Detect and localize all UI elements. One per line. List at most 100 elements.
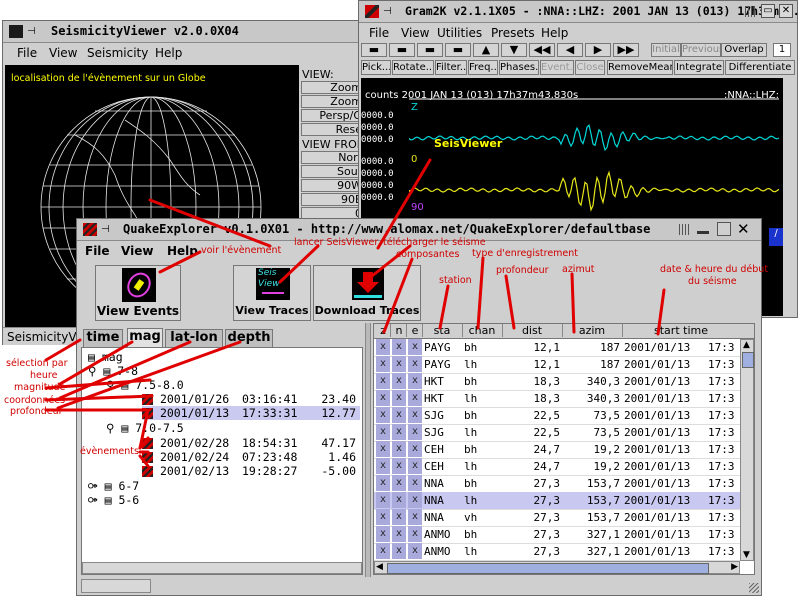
menu-help[interactable]: Help bbox=[155, 46, 182, 60]
event-button[interactable]: Event... bbox=[540, 60, 574, 75]
rotate-button[interactable]: Rotate... bbox=[392, 60, 434, 75]
expand-button[interactable]: ▬ bbox=[417, 43, 443, 57]
component-n-checkbox[interactable]: x bbox=[392, 339, 406, 355]
pin-icon[interactable]: ⊣ bbox=[383, 6, 392, 17]
view-events-button[interactable]: View Events bbox=[95, 265, 181, 321]
menu-view[interactable]: View bbox=[121, 244, 153, 258]
table-row[interactable]: x x x PAYG lh 12,1 187 2001/01/13 17:3 bbox=[374, 356, 740, 374]
component-n-checkbox[interactable]: x bbox=[392, 509, 406, 525]
tree-node-6-7[interactable]: ⚩ ▤ 6-7 bbox=[88, 479, 139, 494]
component-n-checkbox[interactable]: x bbox=[392, 458, 406, 474]
event-row-selected[interactable]: 2001/01/13 17:33:31 12.77 bbox=[142, 406, 360, 420]
initial-button[interactable]: Initial bbox=[651, 43, 681, 57]
event-row[interactable]: 2001/02/24 07:23:48 1.46 bbox=[142, 450, 360, 464]
close-button[interactable]: ✕ bbox=[737, 220, 750, 238]
menu-help[interactable]: Help bbox=[167, 244, 198, 258]
component-e-checkbox[interactable]: x bbox=[408, 339, 422, 355]
table-row[interactable]: x x x NNA bh 27,3 153,7 2001/01/13 17:3 bbox=[374, 475, 740, 493]
tab-mag[interactable]: mag bbox=[127, 328, 163, 348]
scroll-hthumb[interactable] bbox=[387, 563, 709, 574]
table-hscrollbar[interactable]: ◀ ▶ bbox=[374, 561, 740, 574]
pin-icon[interactable]: ⊣ bbox=[101, 224, 110, 235]
table-row[interactable]: x x x ANMO lh 27,3 327,1 2001/01/13 17:3 bbox=[374, 543, 740, 561]
perspective-button[interactable]: Persp/O bbox=[301, 109, 365, 122]
freq-button[interactable]: Freq... bbox=[468, 60, 498, 75]
component-e-checkbox[interactable]: x bbox=[408, 390, 422, 406]
component-e-checkbox[interactable]: x bbox=[408, 407, 422, 423]
pane-splitter[interactable] bbox=[365, 323, 371, 577]
col-header-sta[interactable]: sta bbox=[422, 324, 463, 337]
component-e-checkbox[interactable]: x bbox=[408, 424, 422, 440]
zoom-in-button[interactable]: Zoom bbox=[301, 81, 365, 94]
expand-handle-icon[interactable]: ⚲ bbox=[88, 364, 96, 378]
event-row[interactable]: 2001/02/28 18:54:31 47.17 bbox=[142, 436, 360, 450]
close-trace-button[interactable]: Close bbox=[575, 60, 605, 75]
maximize-button[interactable] bbox=[717, 222, 731, 236]
view-90w-button[interactable]: 90W bbox=[301, 179, 365, 192]
minimize-button[interactable] bbox=[697, 231, 709, 234]
drag-grip-icon[interactable] bbox=[679, 224, 689, 235]
table-row[interactable]: x x x CEH bh 24,7 19,2 2001/01/13 17:3 bbox=[374, 441, 740, 459]
component-n-checkbox[interactable]: x bbox=[392, 475, 406, 491]
col-header-azim[interactable]: azim bbox=[562, 324, 623, 337]
table-row[interactable]: x x x NNA vh 27,3 153,7 2001/01/13 17:3 bbox=[374, 509, 740, 527]
menu-file[interactable]: File bbox=[85, 244, 110, 258]
event-row[interactable]: 2001/01/26 03:16:41 23.40 bbox=[142, 392, 360, 406]
component-e-checkbox[interactable]: x bbox=[408, 526, 422, 542]
next-button[interactable]: ▶ bbox=[585, 43, 611, 57]
scroll-down-icon[interactable]: ▼ bbox=[743, 550, 750, 560]
component-z-checkbox[interactable]: x bbox=[376, 441, 390, 457]
expand-handle-icon[interactable]: ⚲ bbox=[106, 421, 114, 435]
component-n-checkbox[interactable]: x bbox=[392, 373, 406, 389]
drag-grip-icon[interactable] bbox=[745, 6, 755, 17]
component-e-checkbox[interactable]: x bbox=[408, 356, 422, 372]
component-e-checkbox[interactable]: x bbox=[408, 475, 422, 491]
table-row[interactable]: x x x SJG lh 22,5 73,5 2001/01/13 17:3 bbox=[374, 424, 740, 442]
component-e-checkbox[interactable]: x bbox=[408, 492, 422, 508]
gram2k-titlebar[interactable]: ⊣ Gram2K v2.1.1X05 - :NNA::LHZ: 2001 JAN… bbox=[359, 1, 800, 23]
component-e-checkbox[interactable]: x bbox=[408, 458, 422, 474]
component-e-checkbox[interactable]: x bbox=[408, 509, 422, 525]
component-z-checkbox[interactable]: x bbox=[376, 407, 390, 423]
resize-grip-icon[interactable] bbox=[749, 583, 759, 593]
collapsed-handle-icon[interactable]: ⚩ bbox=[88, 493, 98, 507]
component-e-checkbox[interactable]: x bbox=[408, 373, 422, 389]
view-south-button[interactable]: Sout bbox=[301, 165, 365, 178]
col-header-z[interactable]: z bbox=[376, 324, 391, 337]
differentiate-button[interactable]: Differentiate bbox=[725, 60, 795, 75]
event-row[interactable]: 2001/02/13 19:28:27 -5.00 bbox=[142, 464, 360, 478]
component-z-checkbox[interactable]: x bbox=[376, 356, 390, 372]
integrate-button[interactable]: Integrate bbox=[674, 60, 724, 75]
pick-button[interactable]: Pick... bbox=[361, 60, 391, 75]
pin-icon[interactable]: ⊣ bbox=[27, 26, 36, 37]
tab-time[interactable]: time bbox=[83, 329, 123, 347]
component-n-checkbox[interactable]: x bbox=[392, 424, 406, 440]
component-z-checkbox[interactable]: x bbox=[376, 526, 390, 542]
download-traces-button[interactable]: Download Traces bbox=[313, 265, 421, 321]
remove-mean-button[interactable]: RemoveMean bbox=[607, 60, 673, 75]
tree-node-7-8[interactable]: ⚲ ▤ 7-8 bbox=[88, 364, 138, 379]
tab-lat-lon[interactable]: lat-lon bbox=[165, 329, 223, 347]
table-row[interactable]: x x x HKT bh 18,3 340,3 2001/01/13 17:3 bbox=[374, 373, 740, 391]
view-north-button[interactable]: Nort bbox=[301, 151, 365, 164]
rewind-button[interactable]: ◀◀ bbox=[529, 43, 555, 57]
component-z-checkbox[interactable]: x bbox=[376, 492, 390, 508]
filter-button[interactable]: Filter... bbox=[435, 60, 467, 75]
menu-seismicity[interactable]: Seismicity bbox=[87, 46, 148, 60]
menu-view[interactable]: View bbox=[401, 26, 429, 40]
tree-node-5-6[interactable]: ⚩ ▤ 5-6 bbox=[88, 493, 139, 508]
scroll-thumb[interactable] bbox=[742, 352, 754, 368]
component-e-checkbox[interactable]: x bbox=[408, 441, 422, 457]
scroll-left-icon[interactable]: ◀ bbox=[376, 562, 383, 572]
scroll-left-small-button[interactable]: ▬ bbox=[389, 43, 415, 57]
tree-node-root[interactable]: ▤ mag bbox=[88, 350, 123, 365]
component-z-checkbox[interactable]: x bbox=[376, 458, 390, 474]
view-90e-button[interactable]: 90E bbox=[301, 193, 365, 206]
prev-button[interactable]: ◀ bbox=[557, 43, 583, 57]
tab-depth[interactable]: depth bbox=[225, 329, 273, 347]
component-n-checkbox[interactable]: x bbox=[392, 390, 406, 406]
view-traces-button[interactable]: Seis View View Traces bbox=[233, 265, 311, 321]
table-row[interactable]: x x x CEH lh 24,7 19,2 2001/01/13 17:3 bbox=[374, 458, 740, 476]
close-button[interactable]: ✕ bbox=[779, 4, 793, 18]
table-vscrollbar[interactable]: ▲ ▼ bbox=[740, 339, 754, 561]
